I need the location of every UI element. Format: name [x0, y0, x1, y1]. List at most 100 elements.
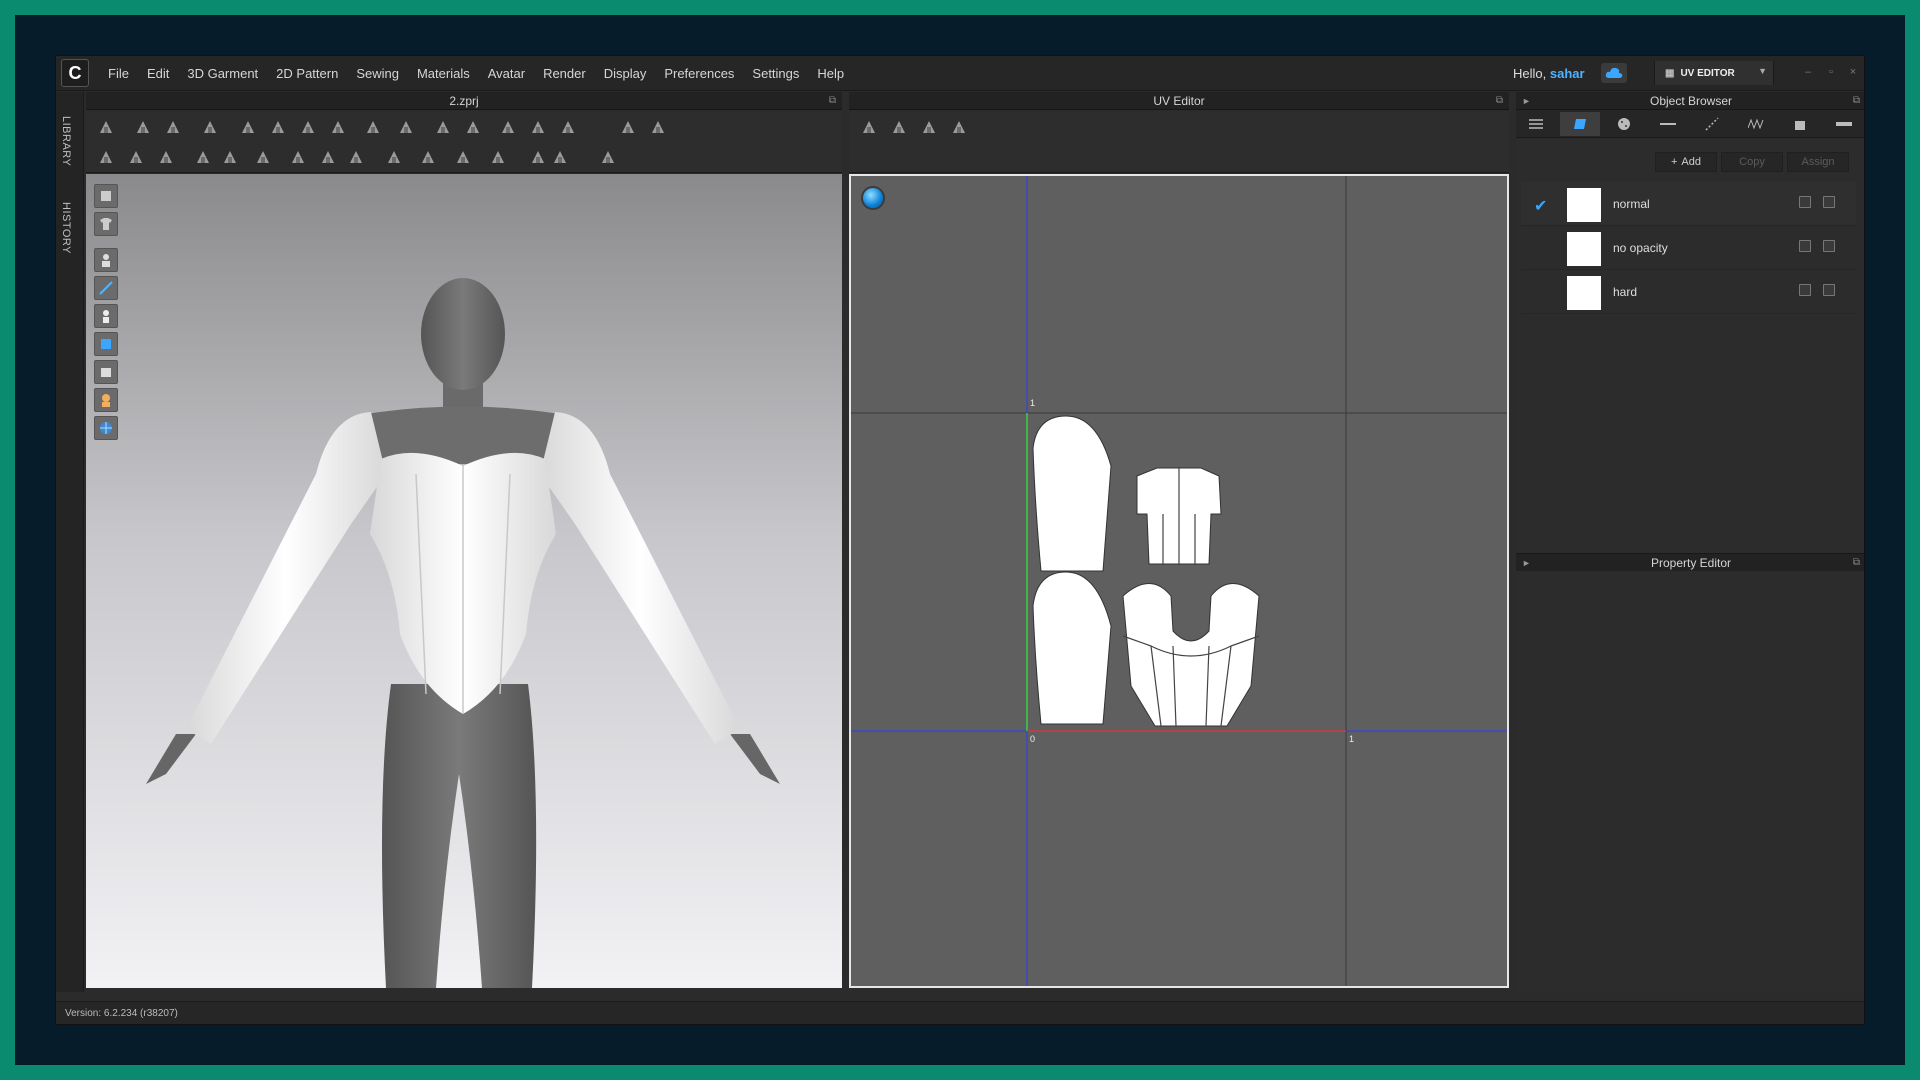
app-logo-icon[interactable]: C [61, 59, 89, 87]
undock-icon[interactable]: ⧉ [1496, 92, 1503, 110]
menu-3d-garment[interactable]: 3D Garment [187, 66, 258, 81]
material-row[interactable]: hard [1521, 270, 1856, 314]
copy-button[interactable]: Copy [1721, 152, 1783, 172]
reset-icon[interactable] [526, 145, 550, 169]
pose-icon[interactable] [616, 115, 640, 139]
tab-topstitch-icon[interactable] [1692, 112, 1732, 136]
menu-help[interactable]: Help [817, 66, 844, 81]
reset-icon[interactable] [526, 115, 550, 139]
pose-icon[interactable] [596, 145, 620, 169]
fold-icon[interactable] [191, 145, 215, 169]
menu-sewing[interactable]: Sewing [356, 66, 399, 81]
material-name: normal [1613, 197, 1650, 211]
tab-puckering-icon[interactable] [1736, 112, 1776, 136]
menu-render[interactable]: Render [543, 66, 586, 81]
close-icon[interactable]: × [1846, 66, 1860, 80]
tab-fabric-icon[interactable] [1560, 112, 1600, 136]
property-editor-header: ► Property Editor ⧉ [1516, 553, 1864, 572]
fit-icon[interactable] [326, 115, 350, 139]
menu-file[interactable]: File [108, 66, 129, 81]
avatar-measure-icon[interactable] [382, 145, 406, 169]
undock-icon[interactable]: ⧉ [1853, 92, 1860, 110]
menu-edit[interactable]: Edit [147, 66, 169, 81]
fit-icon[interactable] [316, 145, 340, 169]
tab-zipper-icon[interactable] [1824, 112, 1864, 136]
menu-avatar[interactable]: Avatar [488, 66, 525, 81]
edit-pattern-icon[interactable] [161, 115, 185, 139]
tab-button-icon[interactable] [1604, 112, 1644, 136]
minimize-icon[interactable]: – [1801, 66, 1815, 80]
add-button[interactable]: + Add [1655, 152, 1717, 172]
select-icon[interactable] [94, 145, 118, 169]
tab-buttonhole-icon[interactable] [1648, 112, 1688, 136]
menu-settings[interactable]: Settings [752, 66, 799, 81]
select-icon[interactable] [94, 115, 118, 139]
delete-icon[interactable] [1823, 196, 1835, 208]
menu-display[interactable]: Display [604, 66, 647, 81]
object-browser-header: ► Object Browser ⧉ [1516, 92, 1864, 110]
duplicate-icon[interactable] [1799, 196, 1811, 208]
checkmark-icon: ✔ [1534, 198, 1548, 215]
tab-library[interactable]: LIBRARY [60, 116, 72, 166]
tab-list-icon[interactable] [1516, 112, 1556, 136]
mode-dropdown[interactable]: ▦ UV EDITOR ▼ [1654, 61, 1774, 85]
transform-icon[interactable] [124, 145, 148, 169]
menu-preferences[interactable]: Preferences [664, 66, 734, 81]
pin-icon[interactable] [286, 145, 310, 169]
material-row[interactable]: ✔ normal [1521, 182, 1856, 226]
uv-editor-title: UV Editor [1153, 94, 1205, 108]
avatar-measure-icon[interactable] [394, 115, 418, 139]
menu-bar: C File Edit 3D Garment 2D Pattern Sewing… [56, 56, 1864, 91]
layer-icon[interactable] [556, 115, 580, 139]
uv-canvas[interactable]: 1 0 1 [849, 174, 1509, 988]
copy-button-label: Copy [1739, 156, 1765, 168]
menu-2d-pattern[interactable]: 2D Pattern [276, 66, 338, 81]
edit-pattern-icon[interactable] [154, 145, 178, 169]
material-row[interactable]: no opacity [1521, 226, 1856, 270]
undock-icon[interactable]: ⧉ [829, 92, 836, 110]
uv-camera-icon[interactable] [857, 115, 881, 139]
sewing-icon[interactable] [416, 145, 440, 169]
tack-icon[interactable] [266, 115, 290, 139]
object-browser-panel: ► Object Browser ⧉ + Add Copy Assign ✔ no… [1516, 92, 1864, 992]
uv-transform-icon[interactable] [917, 115, 941, 139]
segment-icon[interactable] [218, 145, 242, 169]
hanger-icon[interactable] [646, 115, 670, 139]
material-swatch [1567, 276, 1601, 310]
side-tabs: LIBRARY HISTORY [56, 92, 84, 992]
delete-icon[interactable] [1823, 284, 1835, 296]
layer-icon[interactable] [548, 145, 572, 169]
garment-icon[interactable] [451, 145, 475, 169]
chevron-down-icon: ▼ [1758, 66, 1767, 76]
username-link[interactable]: sahar [1550, 66, 1585, 81]
status-bar: Version: 6.2.234 (r38207) [56, 1001, 1864, 1024]
viewport-3d[interactable] [86, 174, 842, 988]
cloud-icon[interactable] [1601, 63, 1627, 83]
collapse-arrow-icon[interactable]: ► [1522, 92, 1531, 110]
restore-icon[interactable]: ▫ [1824, 66, 1838, 80]
transform-icon[interactable] [131, 115, 155, 139]
uv-shell-icon[interactable] [947, 115, 971, 139]
assign-button[interactable]: Assign [1787, 152, 1849, 172]
pin-icon[interactable] [296, 115, 320, 139]
duplicate-icon[interactable] [1799, 284, 1811, 296]
steam-icon[interactable] [344, 145, 368, 169]
collapse-arrow-icon[interactable]: ► [1522, 554, 1531, 572]
steam-icon[interactable] [361, 115, 385, 139]
menu-materials[interactable]: Materials [417, 66, 470, 81]
tack-icon[interactable] [251, 145, 275, 169]
uv-texture-sphere-icon[interactable] [863, 188, 883, 208]
tab-trim-icon[interactable] [1780, 112, 1820, 136]
segment-icon[interactable] [236, 115, 260, 139]
fold-icon[interactable] [198, 115, 222, 139]
tab-history[interactable]: HISTORY [60, 202, 72, 254]
arrangement-icon[interactable] [496, 115, 520, 139]
garment-icon[interactable] [461, 115, 485, 139]
sewing-icon[interactable] [431, 115, 455, 139]
uv-select-icon[interactable] [887, 115, 911, 139]
duplicate-icon[interactable] [1799, 240, 1811, 252]
delete-icon[interactable] [1823, 240, 1835, 252]
arrangement-icon[interactable] [486, 145, 510, 169]
undock-icon[interactable]: ⧉ [1853, 554, 1860, 572]
uv-grid [851, 176, 1507, 986]
